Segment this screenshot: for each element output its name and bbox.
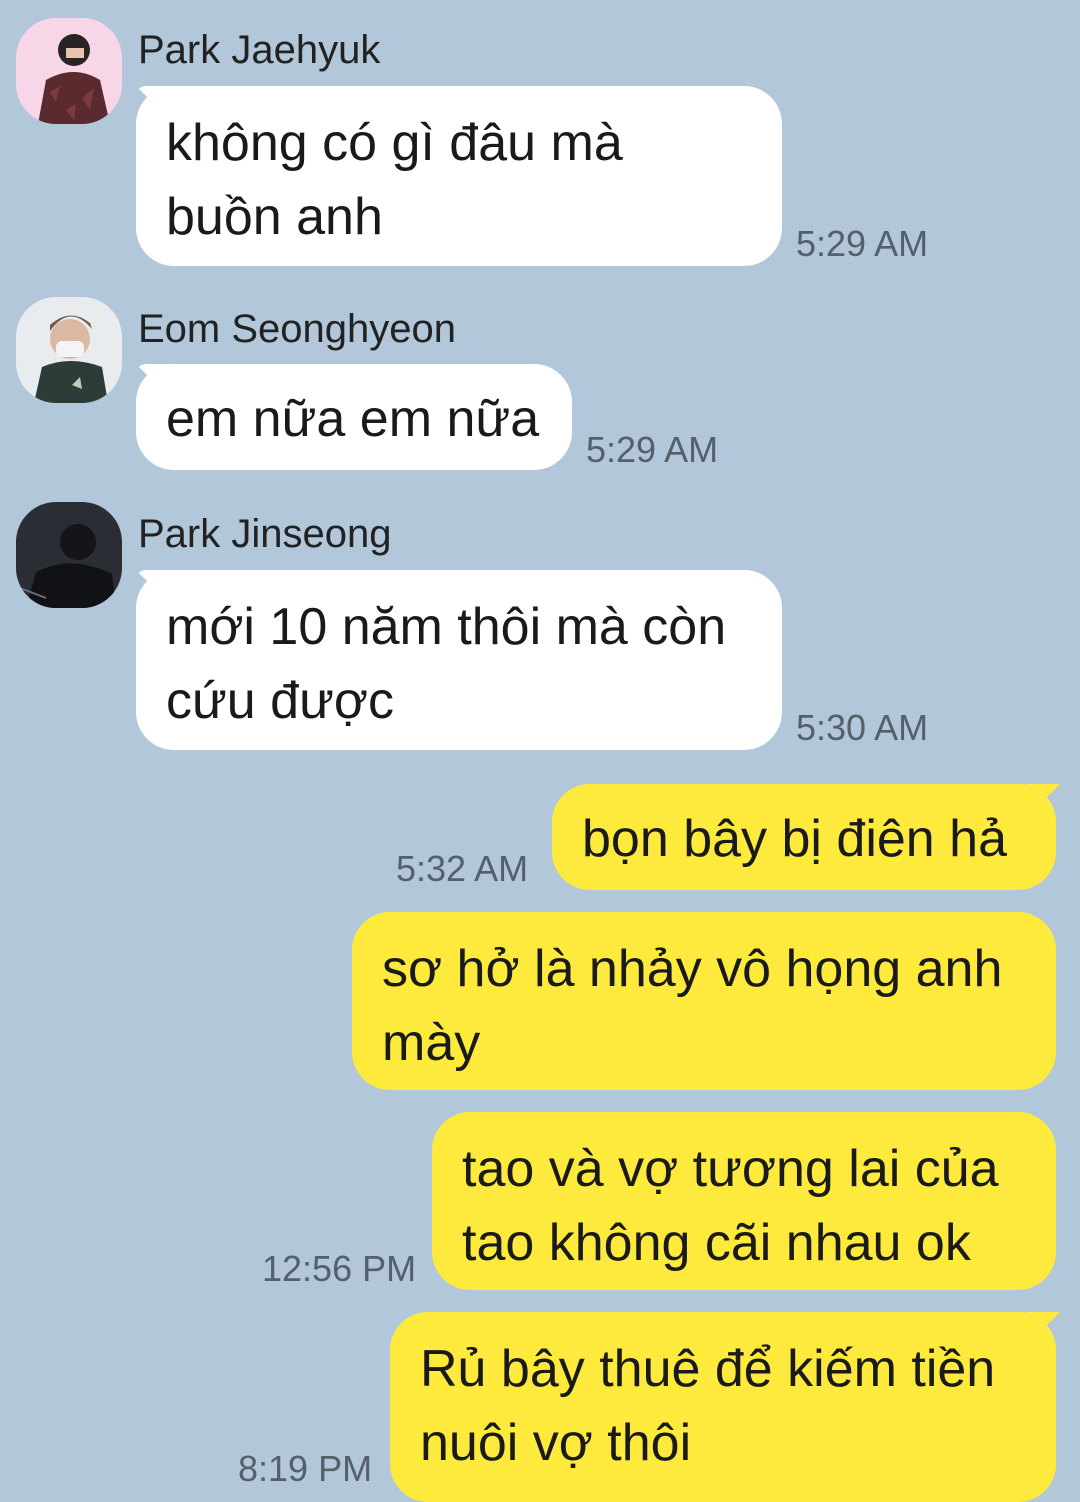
message-time: 5:29 AM	[586, 429, 719, 470]
message-time: 5:29 AM	[796, 223, 929, 264]
message-text: sơ hở là nhảy vô họng anh mày	[382, 940, 1003, 1072]
message-bubble-outgoing[interactable]: sơ hở là nhảy vô họng anh mày	[352, 912, 1056, 1090]
message-bubble-outgoing[interactable]: tao và vợ tương lai của tao không cãi nh…	[432, 1112, 1056, 1290]
sender-name: Park Jaehyuk	[138, 28, 381, 72]
message-bubble-incoming[interactable]: em nữa em nữa	[136, 364, 572, 470]
avatar-park-jaehyuk[interactable]	[16, 18, 122, 124]
message-time: 5:32 AM	[396, 848, 529, 889]
message-time: 5:30 AM	[796, 707, 929, 748]
message-time: 12:56 PM	[262, 1248, 417, 1289]
message-text: mới 10 năm thôi mà còn cứu được	[166, 598, 727, 730]
message-bubble-incoming[interactable]: không có gì đâu mà buồn anh	[136, 86, 782, 266]
message-text: em nữa em nữa	[166, 390, 540, 448]
message-bubble-outgoing[interactable]: bọn bây bị điên hả	[552, 784, 1056, 890]
sender-name: Eom Seonghyeon	[138, 307, 457, 351]
message-bubble-incoming[interactable]: mới 10 năm thôi mà còn cứu được	[136, 570, 782, 750]
sender-name: Park Jinseong	[138, 512, 392, 556]
message-bubble-outgoing[interactable]: Rủ bây thuê để kiếm tiền nuôi vợ thôi	[390, 1312, 1056, 1502]
avatar-eom-seonghyeon[interactable]	[16, 297, 122, 403]
message-time: 8:19 PM	[238, 1448, 373, 1489]
message-text: tao và vợ tương lai của tao không cãi nh…	[462, 1140, 999, 1272]
message-text: bọn bây bị điên hả	[582, 810, 1008, 868]
message-text: không có gì đâu mà buồn anh	[166, 114, 623, 246]
message-text: Rủ bây thuê để kiếm tiền nuôi vợ thôi	[420, 1340, 996, 1472]
avatar-park-jinseong[interactable]	[16, 502, 122, 608]
